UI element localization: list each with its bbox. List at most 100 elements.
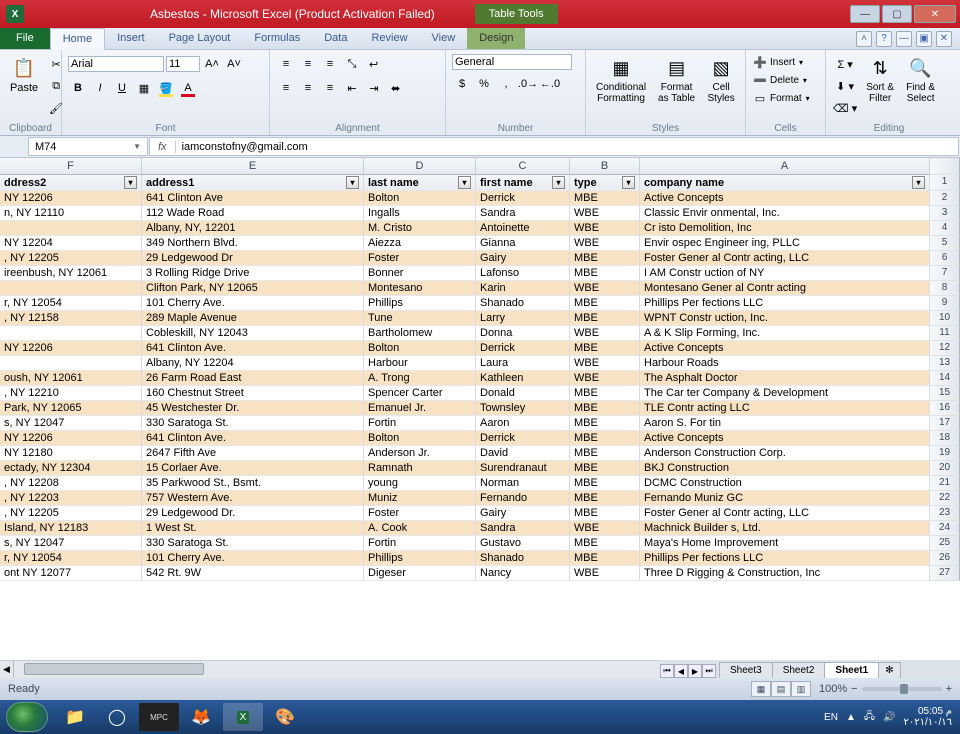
cell[interactable]: Phillips <box>364 296 476 311</box>
cell[interactable]: Donna <box>476 326 570 341</box>
cell[interactable]: Anderson Jr. <box>364 446 476 461</box>
row-header[interactable]: 8 <box>930 281 960 296</box>
normal-view-button[interactable]: ▦ <box>751 681 771 697</box>
cell[interactable]: s, NY 12047 <box>0 536 142 551</box>
cell[interactable]: 101 Cherry Ave. <box>142 296 364 311</box>
cell[interactable]: , NY 12205 <box>0 506 142 521</box>
table-row[interactable]: s, NY 12047330 Saratoga St.FortinAaronMB… <box>0 416 960 431</box>
table-row[interactable]: , NY 12158289 Maple AvenueTuneLarryMBEWP… <box>0 311 960 326</box>
page-layout-view-button[interactable]: ▤ <box>771 681 791 697</box>
cell[interactable]: MBE <box>570 491 640 506</box>
cell[interactable]: Shanado <box>476 296 570 311</box>
cell[interactable]: WBE <box>570 356 640 371</box>
comma-button[interactable]: , <box>496 74 516 94</box>
cell[interactable]: , NY 12208 <box>0 476 142 491</box>
row-header[interactable]: 15 <box>930 386 960 401</box>
cell[interactable] <box>0 326 142 341</box>
cell[interactable]: 641 Clinton Ave <box>142 191 364 206</box>
cell[interactable]: WBE <box>570 566 640 581</box>
cell[interactable]: MBE <box>570 461 640 476</box>
fill-color-button[interactable]: 🪣 <box>156 78 176 98</box>
page-break-view-button[interactable]: ▥ <box>791 681 811 697</box>
cell[interactable]: 757 Western Ave. <box>142 491 364 506</box>
filter-button-firstname[interactable]: ▾ <box>552 176 565 189</box>
tab-nav-first[interactable]: ⏮ <box>660 664 674 678</box>
cell[interactable]: Phillips Per fections LLC <box>640 551 930 566</box>
cell[interactable]: MBE <box>570 266 640 281</box>
cell[interactable]: Cr isto Demolition, Inc <box>640 221 930 236</box>
doc-restore-icon[interactable]: ▣ <box>916 31 932 47</box>
cell[interactable]: MBE <box>570 341 640 356</box>
cell[interactable]: oush, NY 12061 <box>0 371 142 386</box>
cell[interactable] <box>0 281 142 296</box>
cell[interactable]: Donald <box>476 386 570 401</box>
cell[interactable]: 112 Wade Road <box>142 206 364 221</box>
align-top-button[interactable]: ≡ <box>276 54 296 74</box>
row-header[interactable]: 23 <box>930 506 960 521</box>
cell[interactable]: A. Cook <box>364 521 476 536</box>
row-header[interactable]: 12 <box>930 341 960 356</box>
filter-button-company[interactable]: ▾ <box>912 176 925 189</box>
cell[interactable]: Ingalls <box>364 206 476 221</box>
cell[interactable]: 101 Cherry Ave. <box>142 551 364 566</box>
table-row[interactable]: ont NY 12077542 Rt. 9WDigeserNancyWBEThr… <box>0 566 960 581</box>
increase-indent-button[interactable]: ⇥ <box>364 78 384 98</box>
underline-button[interactable]: U <box>112 78 132 98</box>
cell[interactable]: MBE <box>570 551 640 566</box>
table-row[interactable]: r, NY 12054101 Cherry Ave.PhillipsShanad… <box>0 296 960 311</box>
row-header[interactable]: 10 <box>930 311 960 326</box>
font-size-select[interactable] <box>166 56 200 72</box>
row-header[interactable]: 16 <box>930 401 960 416</box>
cell[interactable]: 641 Clinton Ave. <box>142 341 364 356</box>
cell[interactable]: Albany, NY 12204 <box>142 356 364 371</box>
row-header[interactable]: 18 <box>930 431 960 446</box>
cell[interactable]: , NY 12210 <box>0 386 142 401</box>
filter-button-type[interactable]: ▾ <box>622 176 635 189</box>
cell[interactable]: 641 Clinton Ave. <box>142 431 364 446</box>
cell[interactable]: n, NY 12110 <box>0 206 142 221</box>
doc-close-icon[interactable]: ✕ <box>936 31 952 47</box>
start-button[interactable] <box>6 702 48 732</box>
cell[interactable]: ireenbush, NY 12061 <box>0 266 142 281</box>
decrease-indent-button[interactable]: ⇤ <box>342 78 362 98</box>
border-button[interactable]: ▦ <box>134 78 154 98</box>
cell[interactable] <box>0 356 142 371</box>
filter-button-lastname[interactable]: ▾ <box>458 176 471 189</box>
cell[interactable]: Emanuel Jr. <box>364 401 476 416</box>
taskbar-firefox-icon[interactable]: 🦊 <box>181 703 221 731</box>
cell[interactable]: Active Concepts <box>640 191 930 206</box>
cell[interactable]: The Car ter Company & Development <box>640 386 930 401</box>
tray-clock[interactable]: 05:05 م ٢٠٢١/١٠/١٦ <box>903 706 952 728</box>
cell[interactable]: Anderson Construction Corp. <box>640 446 930 461</box>
cell[interactable]: NY 12180 <box>0 446 142 461</box>
tab-home[interactable]: Home <box>50 28 105 50</box>
col-header-F[interactable]: F <box>0 158 142 175</box>
row-header[interactable]: 24 <box>930 521 960 536</box>
tab-review[interactable]: Review <box>359 28 419 49</box>
table-row[interactable]: NY 12206641 Clinton Ave.BoltonDerrickMBE… <box>0 431 960 446</box>
table-row[interactable]: , NY 1220529 Ledgewood Dr.FosterGairyMBE… <box>0 506 960 521</box>
cell[interactable]: Aaron S. For tin <box>640 416 930 431</box>
tab-page-layout[interactable]: Page Layout <box>157 28 243 49</box>
close-button[interactable]: ✕ <box>914 5 956 23</box>
cell[interactable]: Derrick <box>476 341 570 356</box>
tab-view[interactable]: View <box>420 28 468 49</box>
cell[interactable]: Bolton <box>364 191 476 206</box>
table-row[interactable]: Clifton Park, NY 12065MontesanoKarinWBEM… <box>0 281 960 296</box>
cell[interactable]: MBE <box>570 191 640 206</box>
clear-button[interactable]: ⌫ ▾ <box>832 98 858 118</box>
cell[interactable]: 2647 Fifth Ave <box>142 446 364 461</box>
sheet-tab-2[interactable]: Sheet2 <box>772 662 826 678</box>
tray-flag-icon[interactable]: ▲ <box>846 712 856 723</box>
cell[interactable]: 160 Chestnut Street <box>142 386 364 401</box>
tab-data[interactable]: Data <box>312 28 359 49</box>
align-center-button[interactable]: ≡ <box>298 78 318 98</box>
cell-styles-button[interactable]: ▧Cell Styles <box>703 52 739 106</box>
minimize-button[interactable]: — <box>850 5 880 23</box>
cell[interactable]: Shanado <box>476 551 570 566</box>
cell[interactable]: 542 Rt. 9W <box>142 566 364 581</box>
cell[interactable] <box>0 221 142 236</box>
cell[interactable]: ectady, NY 12304 <box>0 461 142 476</box>
filter-button-address2[interactable]: ▾ <box>124 176 137 189</box>
cell[interactable]: ont NY 12077 <box>0 566 142 581</box>
